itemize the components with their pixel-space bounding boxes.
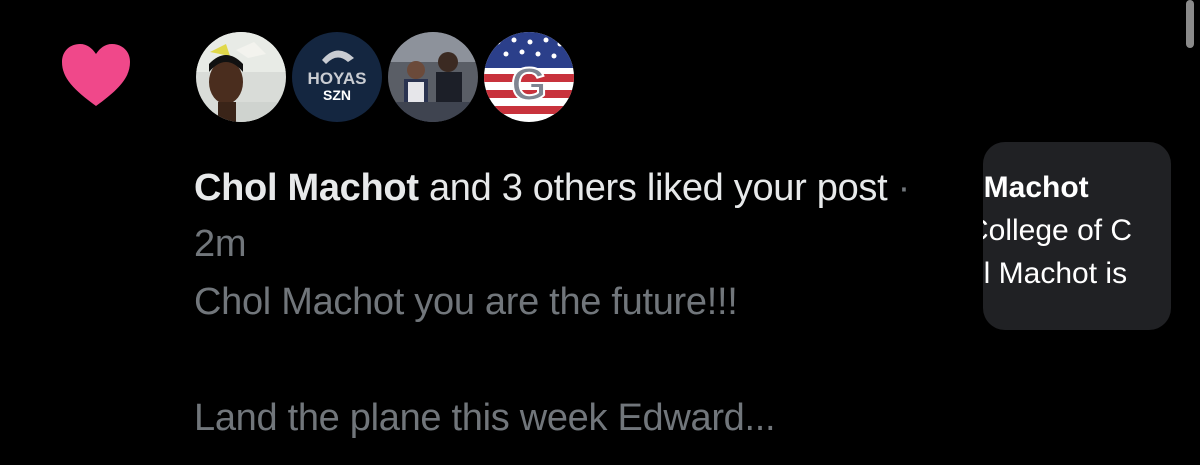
georgetown-flag-logo[interactable]: G <box>480 28 578 126</box>
actor-name[interactable]: Chol Machot <box>194 167 419 209</box>
post-thumbnail-card[interactable]: l Machot College of C ol Machot is <box>983 142 1171 330</box>
post-preview[interactable]: Chol Machot you are the future!!! Land t… <box>194 274 914 446</box>
post-preview-line: Chol Machot you are the future!!! <box>194 281 738 323</box>
timestamp: 2m <box>194 223 247 265</box>
like-notification[interactable]: HOYAS SZN G Chol Machot and 3 others lik… <box>0 0 1200 465</box>
hoyas-szn-logo[interactable]: HOYAS SZN <box>288 28 386 126</box>
avatar-photo[interactable] <box>384 28 482 126</box>
card-title: l Machot <box>983 171 1089 204</box>
notification-headline[interactable]: Chol Machot and 3 others liked your post… <box>194 160 914 272</box>
card-line: College of C <box>983 214 1133 247</box>
svg-text:SZN: SZN <box>323 87 351 103</box>
separator: · <box>887 167 911 209</box>
post-preview-line: Land the plane this week Edward... <box>194 397 776 439</box>
avatar-illustration[interactable] <box>192 28 290 126</box>
notification-text: Chol Machot and 3 others liked your post… <box>194 160 914 446</box>
scrollbar[interactable] <box>1186 0 1194 48</box>
heart-icon <box>60 42 132 108</box>
card-line: ol Machot is <box>983 257 1128 290</box>
action-text: and 3 others liked your post <box>418 167 888 209</box>
svg-text:HOYAS: HOYAS <box>308 69 367 88</box>
svg-text:G: G <box>511 58 547 110</box>
